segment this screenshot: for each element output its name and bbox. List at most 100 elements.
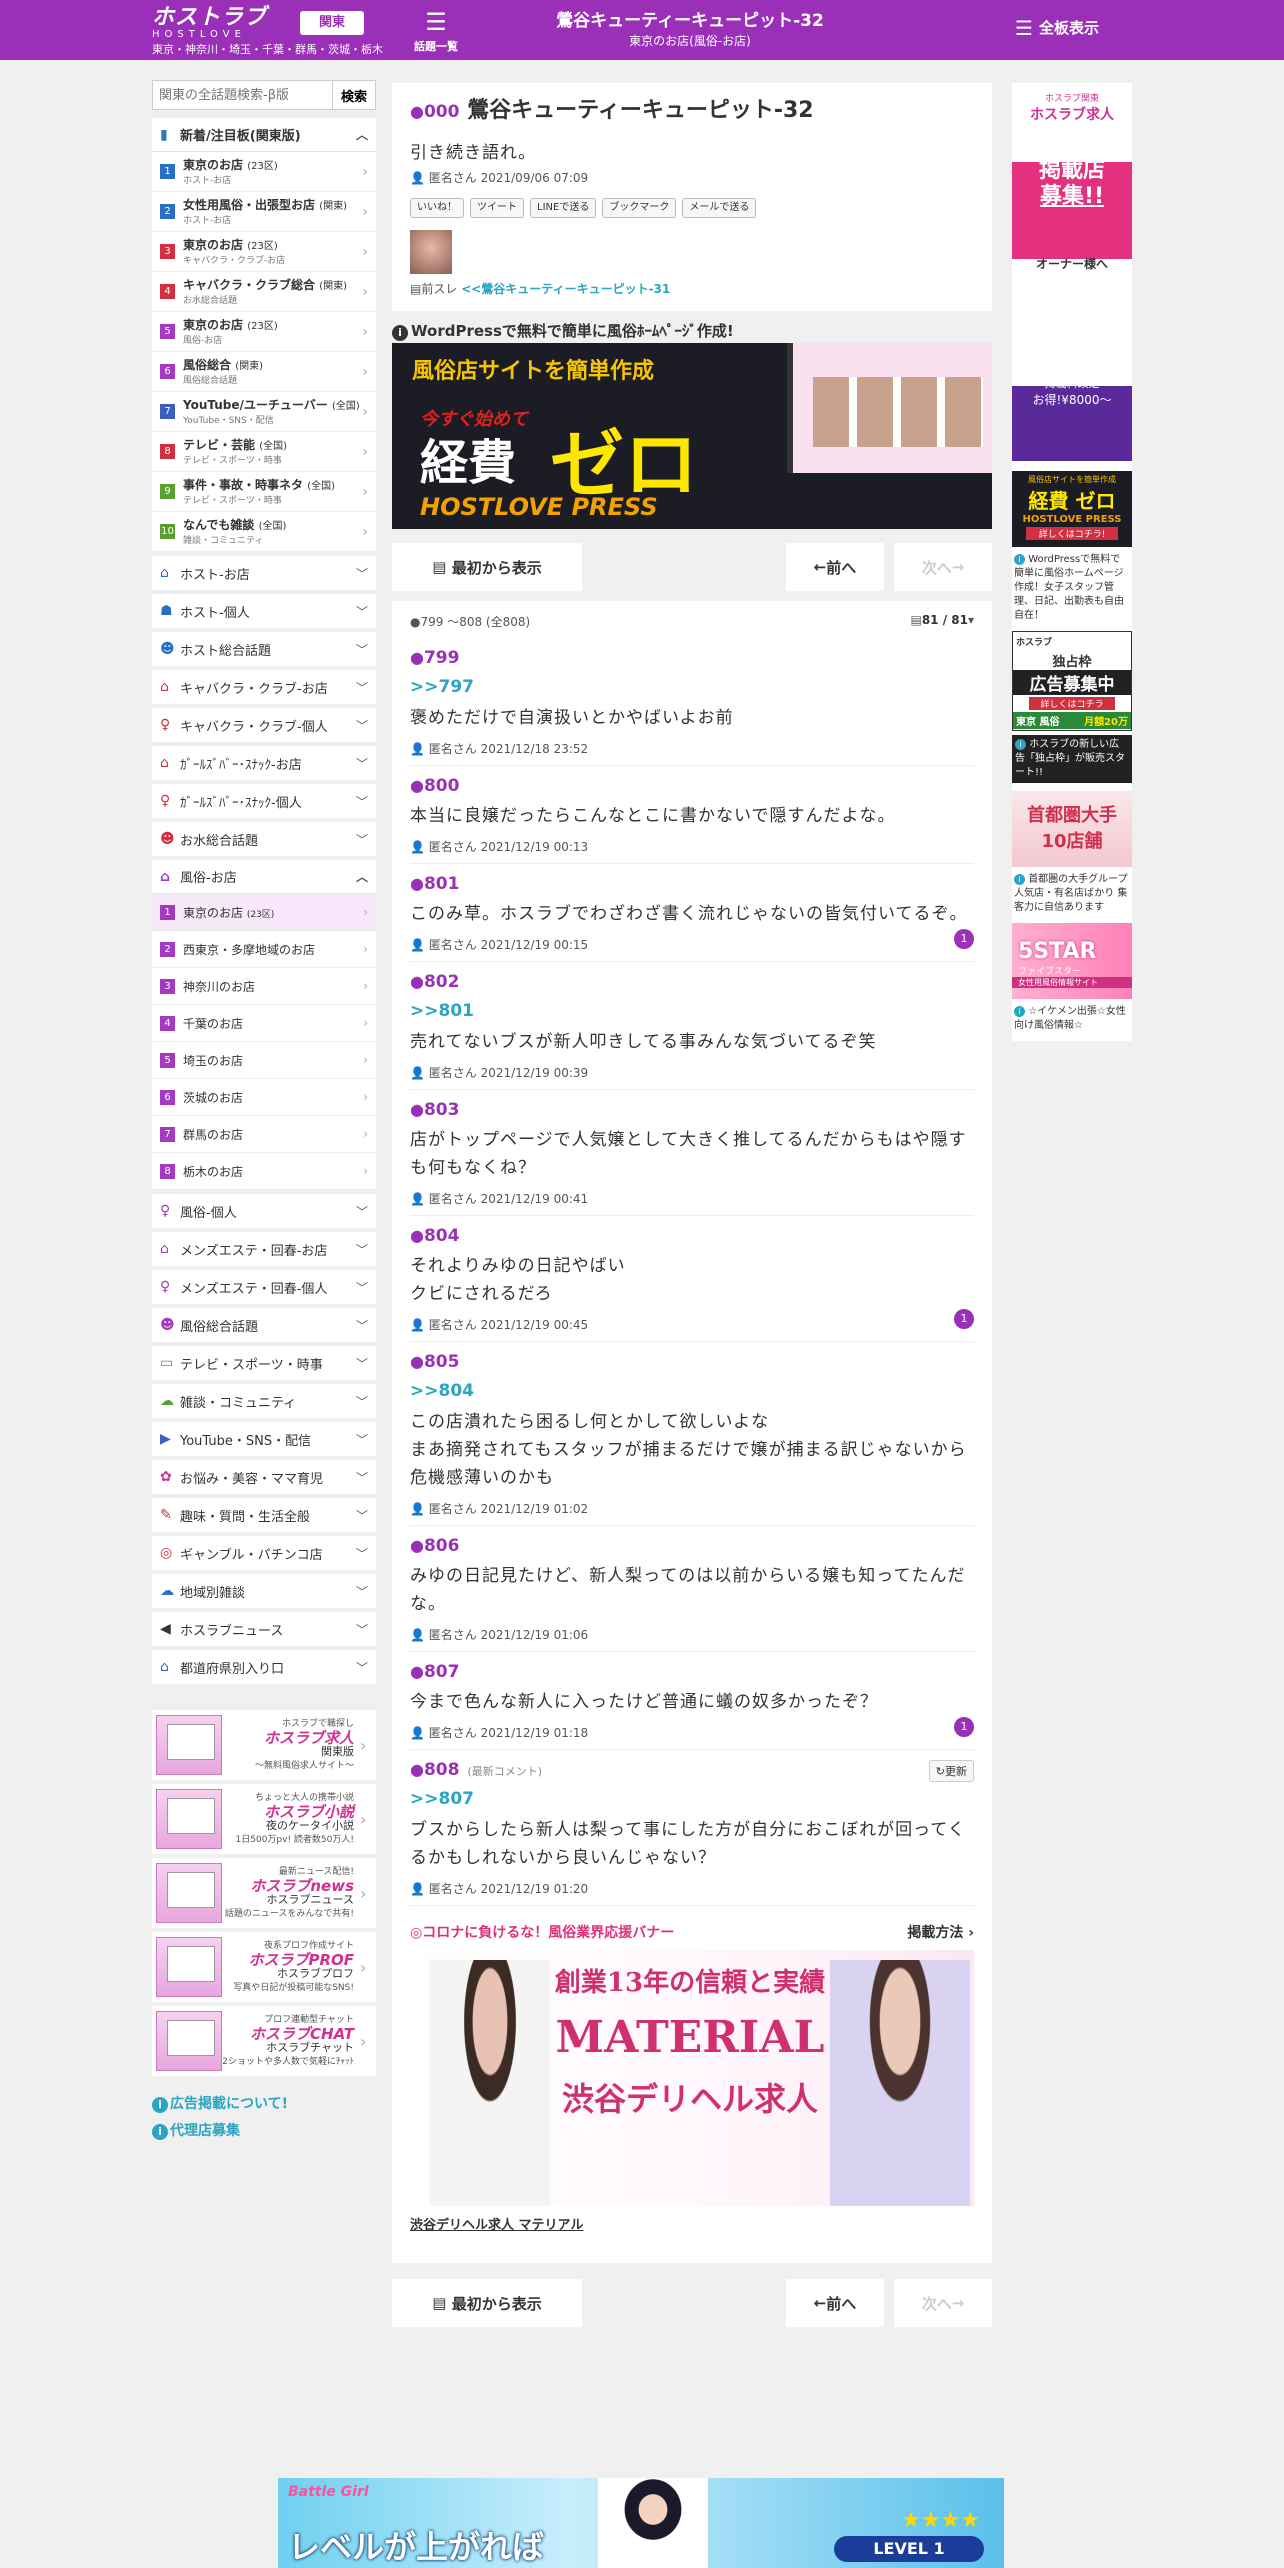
search-button[interactable]: 検索 [332,80,376,110]
response-number[interactable]: 808 [424,1760,460,1780]
bookmark-button[interactable]: ブックマーク [602,198,677,218]
page-selector[interactable]: ▤81 / 81▾ [910,613,974,630]
wordpress-banner[interactable]: 風俗店サイトを簡単作成 今すぐ始めて 経費 ゼロ HOSTLOVE PRESS [392,343,992,529]
ranking-item[interactable]: 8 テレビ・芸能 (全国) テレビ・スポーツ・時事 › [152,432,376,472]
material-banner[interactable]: 創業13年の信頼と実績 MATERIAL 渋谷デリヘル求人 [410,1950,974,2206]
side-banner[interactable]: ホスラブで職探し ホスラブ求人 関東版 〜無料風俗求人サイト〜 › [152,1710,376,1780]
fuzoku-sub-item[interactable]: 6 茨城のお店 › [152,1079,376,1116]
prev-page-button[interactable]: ← 前へ [786,543,884,591]
ranking-item[interactable]: 9 事件・事故・時事ネタ (全国) テレビ・スポーツ・時事 › [152,472,376,512]
ranking-item[interactable]: 2 女性用風俗・出張型お店 (関東) ホスト-お店 › [152,192,376,232]
fuzoku-sub-item[interactable]: 7 群馬のお店 › [152,1116,376,1153]
category-item[interactable]: ♀ 風俗-個人 ﹀ [152,1194,376,1228]
response-number[interactable]: 806 [424,1536,460,1556]
site-logo[interactable]: ホストラブ HOSTLOVE [152,7,267,41]
ranking-item[interactable]: 1 東京のお店 (23区) ホスト-お店 › [152,152,376,192]
ranking-item[interactable]: 3 東京のお店 (23区) キャバクラ・クラブ-お店 › [152,232,376,272]
region-button[interactable]: 関東 [300,11,364,35]
reply-count-badge[interactable]: 1 [954,1717,974,1737]
exclusive-ad-banner[interactable]: ホスラブ 独占枠 広告募集中 詳しくはコチラ 東京 風俗 月額20万 [1012,631,1132,731]
category-item[interactable]: ⌂ ホスト-お店 ﹀ [152,556,376,590]
recruit-ad-banner[interactable]: ホスラブ関東 ホスラブ求人 関東版 掲載店 募集!! 風俗店 オーナー様へ 20… [1012,87,1132,461]
side-banner[interactable]: 最新ニュース配信! ホスラブnews ホスラブニュース 話題のニュースをみんなで… [152,1858,376,1928]
agency-link[interactable]: i 代理店募集 [152,2123,376,2140]
comment-icon: ● [410,1226,424,1245]
side-banner[interactable]: ちょっと大人の携帯小説 ホスラブ小説 夜のケータイ小説 1日500万pv! 読者… [152,1784,376,1854]
next-page-button[interactable]: 次へ → [894,543,992,591]
response-number[interactable]: 801 [424,874,460,894]
prev-page-button[interactable]: ← 前へ [786,2279,884,2327]
category-item[interactable]: ◀ ホスラブニュース ﹀ [152,1612,376,1646]
fuzoku-sub-item[interactable]: 2 西東京・多摩地域のお店 › [152,931,376,968]
tweet-button[interactable]: ツイート [470,198,524,218]
category-item[interactable]: ☻ ホスト総合話題 ﹀ [152,632,376,666]
refresh-button[interactable]: ↻更新 [928,1760,974,1782]
fuzoku-sub-item[interactable]: 1 東京のお店 (23区) › [152,894,376,931]
category-item[interactable]: ☁ 雑談・コミュニティ ﹀ [152,1384,376,1418]
category-item[interactable]: ⌂ 都道府県別入り口 ﹀ [152,1650,376,1684]
chevron-right-icon: › [362,483,368,500]
ranking-header[interactable]: ▮ 新着/注目板(関東版) ︿ [152,118,376,152]
category-item[interactable]: ▭ テレビ・スポーツ・時事 ﹀ [152,1346,376,1380]
category-item[interactable]: ☻ 風俗総合話題 ﹀ [152,1308,376,1342]
fivestar-ad-banner[interactable]: 5STAR ファイブスター 女性用風俗情報サイト [1012,923,1132,999]
response-number[interactable]: 804 [424,1226,460,1246]
reply-anchor-link[interactable]: >>801 [410,1000,974,1022]
category-item[interactable]: ⌂ メンズエステ・回春-お店 ﹀ [152,1232,376,1266]
game-ad-banner[interactable]: Battle Girl レベルが上がれば ★★★★ LEVEL 1 [278,2478,1004,2568]
group-ad-banner[interactable]: 首都圏大手 10店舗 [1012,791,1132,867]
category-item[interactable]: ♀ メンズエステ・回春-個人 ﹀ [152,1270,376,1304]
response-number[interactable]: 805 [424,1352,460,1372]
category-item[interactable]: ☗ ホスト-個人 ﹀ [152,594,376,628]
fuzoku-sub-item[interactable]: 8 栃木のお店 › [152,1153,376,1190]
ad-info-link[interactable]: i 広告掲載について! [152,2096,376,2113]
comment-icon: ● [410,1100,424,1119]
search-input[interactable] [152,80,332,110]
category-item[interactable]: ⌂ キャバクラ・クラブ-お店 ﹀ [152,670,376,704]
facebook-like-button[interactable]: いいね！ [410,198,464,218]
category-item[interactable]: ▶ YouTube・SNS・配信 ﹀ [152,1422,376,1456]
ranking-item[interactable]: 10 なんでも雑談 (全国) 雑談・コミュニティ › [152,512,376,552]
fuzoku-sub-item[interactable]: 3 神奈川のお店 › [152,968,376,1005]
category-item[interactable]: ◎ ギャンブル・パチンコ店 ﹀ [152,1536,376,1570]
line-share-button[interactable]: LINEで送る [530,198,597,218]
ad-method-link[interactable]: 掲載方法 › [907,1922,974,1942]
banner-caption-link[interactable]: 渋谷デリヘル求人 マテリアル [410,2214,974,2233]
category-item[interactable]: ♀ キャバクラ・クラブ-個人 ﹀ [152,708,376,742]
reply-count-badge[interactable]: 1 [954,1309,974,1329]
category-item[interactable]: ✎ 趣味・質問・生活全般 ﹀ [152,1498,376,1532]
side-banner[interactable]: プロフ連動型チャット ホスラブCHAT ホスラブチャット 2ショットや多人数で気… [152,2006,376,2076]
response-number[interactable]: 802 [424,972,460,992]
response-number[interactable]: 807 [424,1662,460,1682]
ranking-item[interactable]: 7 YouTube/ユーチューバー (全国) YouTube・SNS・配信 › [152,392,376,432]
response-number[interactable]: 799 [424,648,460,668]
show-from-start-button[interactable]: ▤ 最初から表示 [392,2279,582,2327]
response-number[interactable]: 800 [424,776,460,796]
category-item[interactable]: ☻ お水総合話題 ﹀ [152,822,376,856]
topic-list-button[interactable]: ☰ 話題一覧 [412,6,460,54]
response-number[interactable]: 803 [424,1100,460,1120]
category-item[interactable]: ✿ お悩み・美容・ママ育児 ﹀ [152,1460,376,1494]
ranking-item[interactable]: 4 キャバクラ・クラブ総合 (関東) お水総合話題 › [152,272,376,312]
fuzoku-sub-item[interactable]: 4 千葉のお店 › [152,1005,376,1042]
reply-anchor-link[interactable]: >>797 [410,676,974,698]
category-item[interactable]: ☁ 地域別雑談 ﹀ [152,1574,376,1608]
post-thumbnail[interactable] [410,230,452,274]
side-banner[interactable]: 夜系プロフ作成サイト ホスラブPROF ホスラブプロフ 写真や日記が投稿可能なS… [152,1932,376,2002]
wordpress-ad-banner[interactable]: 風俗店サイトを簡単作成 経費 ゼロ HOSTLOVE PRESS 詳しくはコチラ… [1012,471,1132,547]
next-page-button[interactable]: 次へ → [894,2279,992,2327]
category-item[interactable]: ♀ ｶﾞｰﾙｽﾞﾊﾞｰ･ｽﾅｯｸ-個人 ﹀ [152,784,376,818]
category-item[interactable]: ⌂ ｶﾞｰﾙｽﾞﾊﾞｰ･ｽﾅｯｸ-お店 ﹀ [152,746,376,780]
category-fuzoku-shop[interactable]: ⌂ 風俗-お店 ︿ [152,860,376,894]
prev-thread-link[interactable]: <<鶯谷キューティーキューピット-31 [461,282,670,296]
mail-share-button[interactable]: メールで送る [682,198,757,218]
ranking-item[interactable]: 5 東京のお店 (23区) 風俗-お店 › [152,312,376,352]
fuzoku-sub-item[interactable]: 5 埼玉のお店 › [152,1042,376,1079]
ranking-item[interactable]: 6 風俗総合 (関東) 風俗総合話題 › [152,352,376,392]
all-boards-button[interactable]: ☰ 全板表示 [1015,16,1099,40]
show-from-start-button[interactable]: ▤ 最初から表示 [392,543,582,591]
reply-anchor-link[interactable]: >>804 [410,1380,974,1402]
comment-icon: ● [410,648,424,667]
reply-anchor-link[interactable]: >>807 [410,1788,974,1810]
reply-count-badge[interactable]: 1 [954,929,974,949]
